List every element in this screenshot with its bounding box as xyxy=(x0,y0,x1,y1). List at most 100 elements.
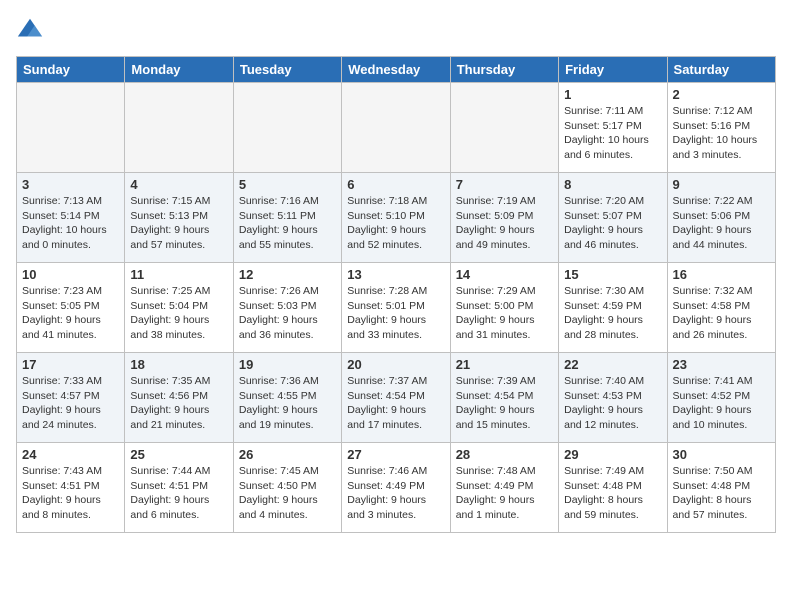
logo-icon xyxy=(16,16,44,44)
logo xyxy=(16,16,48,44)
day-info: Sunrise: 7:45 AM Sunset: 4:50 PM Dayligh… xyxy=(239,464,336,523)
calendar-cell xyxy=(125,83,233,173)
calendar-cell: 27 Sunrise: 7:46 AM Sunset: 4:49 PM Dayli… xyxy=(342,443,450,533)
weekday-header: Tuesday xyxy=(233,57,341,83)
calendar-cell: 8 Sunrise: 7:20 AM Sunset: 5:07 PM Daylig… xyxy=(559,173,667,263)
day-number: 25 xyxy=(130,447,227,462)
day-number: 3 xyxy=(22,177,119,192)
calendar-cell: 29 Sunrise: 7:49 AM Sunset: 4:48 PM Dayli… xyxy=(559,443,667,533)
weekday-header: Thursday xyxy=(450,57,558,83)
calendar-cell: 23 Sunrise: 7:41 AM Sunset: 4:52 PM Dayli… xyxy=(667,353,775,443)
weekday-header: Sunday xyxy=(17,57,125,83)
day-number: 28 xyxy=(456,447,553,462)
day-info: Sunrise: 7:23 AM Sunset: 5:05 PM Dayligh… xyxy=(22,284,119,343)
calendar-cell: 10 Sunrise: 7:23 AM Sunset: 5:05 PM Dayli… xyxy=(17,263,125,353)
day-info: Sunrise: 7:22 AM Sunset: 5:06 PM Dayligh… xyxy=(673,194,770,253)
day-info: Sunrise: 7:48 AM Sunset: 4:49 PM Dayligh… xyxy=(456,464,553,523)
day-number: 15 xyxy=(564,267,661,282)
calendar-cell: 20 Sunrise: 7:37 AM Sunset: 4:54 PM Dayli… xyxy=(342,353,450,443)
calendar-cell xyxy=(17,83,125,173)
day-number: 14 xyxy=(456,267,553,282)
day-number: 23 xyxy=(673,357,770,372)
calendar-cell: 5 Sunrise: 7:16 AM Sunset: 5:11 PM Daylig… xyxy=(233,173,341,263)
day-info: Sunrise: 7:33 AM Sunset: 4:57 PM Dayligh… xyxy=(22,374,119,433)
day-info: Sunrise: 7:16 AM Sunset: 5:11 PM Dayligh… xyxy=(239,194,336,253)
calendar-cell: 13Sunrise: 7:28 AM Sunset: 5:01 PM Dayli… xyxy=(342,263,450,353)
day-number: 17 xyxy=(22,357,119,372)
calendar-cell: 21 Sunrise: 7:39 AM Sunset: 4:54 PM Dayli… xyxy=(450,353,558,443)
calendar-row: 3 Sunrise: 7:13 AM Sunset: 5:14 PM Daylig… xyxy=(17,173,776,263)
day-number: 19 xyxy=(239,357,336,372)
calendar-cell: 9 Sunrise: 7:22 AM Sunset: 5:06 PM Daylig… xyxy=(667,173,775,263)
day-info: Sunrise: 7:18 AM Sunset: 5:10 PM Dayligh… xyxy=(347,194,444,253)
day-info: Sunrise: 7:39 AM Sunset: 4:54 PM Dayligh… xyxy=(456,374,553,433)
day-info: Sunrise: 7:35 AM Sunset: 4:56 PM Dayligh… xyxy=(130,374,227,433)
day-info: Sunrise: 7:37 AM Sunset: 4:54 PM Dayligh… xyxy=(347,374,444,433)
day-info: Sunrise: 7:46 AM Sunset: 4:49 PM Dayligh… xyxy=(347,464,444,523)
calendar-header-row: SundayMondayTuesdayWednesdayThursdayFrid… xyxy=(17,57,776,83)
calendar-cell: 25 Sunrise: 7:44 AM Sunset: 4:51 PM Dayli… xyxy=(125,443,233,533)
day-number: 26 xyxy=(239,447,336,462)
calendar-cell: 6Sunrise: 7:18 AM Sunset: 5:10 PM Daylig… xyxy=(342,173,450,263)
day-number: 5 xyxy=(239,177,336,192)
day-number: 7 xyxy=(456,177,553,192)
day-info: Sunrise: 7:11 AM Sunset: 5:17 PM Dayligh… xyxy=(564,104,661,163)
day-number: 27 xyxy=(347,447,444,462)
calendar-row: 10 Sunrise: 7:23 AM Sunset: 5:05 PM Dayli… xyxy=(17,263,776,353)
day-info: Sunrise: 7:19 AM Sunset: 5:09 PM Dayligh… xyxy=(456,194,553,253)
day-info: Sunrise: 7:20 AM Sunset: 5:07 PM Dayligh… xyxy=(564,194,661,253)
calendar-cell: 7 Sunrise: 7:19 AM Sunset: 5:09 PM Daylig… xyxy=(450,173,558,263)
weekday-header: Wednesday xyxy=(342,57,450,83)
calendar-cell: 30Sunrise: 7:50 AM Sunset: 4:48 PM Dayli… xyxy=(667,443,775,533)
weekday-header: Monday xyxy=(125,57,233,83)
day-number: 24 xyxy=(22,447,119,462)
day-info: Sunrise: 7:40 AM Sunset: 4:53 PM Dayligh… xyxy=(564,374,661,433)
calendar-cell: 2Sunrise: 7:12 AM Sunset: 5:16 PM Daylig… xyxy=(667,83,775,173)
day-info: Sunrise: 7:32 AM Sunset: 4:58 PM Dayligh… xyxy=(673,284,770,343)
day-number: 12 xyxy=(239,267,336,282)
calendar-cell: 18 Sunrise: 7:35 AM Sunset: 4:56 PM Dayli… xyxy=(125,353,233,443)
page-header xyxy=(16,16,776,44)
day-number: 18 xyxy=(130,357,227,372)
day-info: Sunrise: 7:43 AM Sunset: 4:51 PM Dayligh… xyxy=(22,464,119,523)
day-info: Sunrise: 7:30 AM Sunset: 4:59 PM Dayligh… xyxy=(564,284,661,343)
day-number: 9 xyxy=(673,177,770,192)
calendar-cell: 17 Sunrise: 7:33 AM Sunset: 4:57 PM Dayli… xyxy=(17,353,125,443)
calendar-cell: 26 Sunrise: 7:45 AM Sunset: 4:50 PM Dayli… xyxy=(233,443,341,533)
day-number: 1 xyxy=(564,87,661,102)
day-info: Sunrise: 7:50 AM Sunset: 4:48 PM Dayligh… xyxy=(673,464,770,523)
calendar-cell: 24 Sunrise: 7:43 AM Sunset: 4:51 PM Dayli… xyxy=(17,443,125,533)
calendar-cell: 16 Sunrise: 7:32 AM Sunset: 4:58 PM Dayli… xyxy=(667,263,775,353)
day-info: Sunrise: 7:25 AM Sunset: 5:04 PM Dayligh… xyxy=(130,284,227,343)
day-info: Sunrise: 7:44 AM Sunset: 4:51 PM Dayligh… xyxy=(130,464,227,523)
day-number: 20 xyxy=(347,357,444,372)
calendar-row: 1 Sunrise: 7:11 AM Sunset: 5:17 PM Daylig… xyxy=(17,83,776,173)
day-info: Sunrise: 7:29 AM Sunset: 5:00 PM Dayligh… xyxy=(456,284,553,343)
calendar-row: 17 Sunrise: 7:33 AM Sunset: 4:57 PM Dayli… xyxy=(17,353,776,443)
day-number: 21 xyxy=(456,357,553,372)
day-number: 22 xyxy=(564,357,661,372)
day-info: Sunrise: 7:49 AM Sunset: 4:48 PM Dayligh… xyxy=(564,464,661,523)
calendar-cell: 22 Sunrise: 7:40 AM Sunset: 4:53 PM Dayli… xyxy=(559,353,667,443)
calendar-row: 24 Sunrise: 7:43 AM Sunset: 4:51 PM Dayli… xyxy=(17,443,776,533)
day-info: Sunrise: 7:13 AM Sunset: 5:14 PM Dayligh… xyxy=(22,194,119,253)
calendar-cell: 14 Sunrise: 7:29 AM Sunset: 5:00 PM Dayli… xyxy=(450,263,558,353)
day-number: 16 xyxy=(673,267,770,282)
weekday-header: Saturday xyxy=(667,57,775,83)
day-info: Sunrise: 7:36 AM Sunset: 4:55 PM Dayligh… xyxy=(239,374,336,433)
day-number: 29 xyxy=(564,447,661,462)
weekday-header: Friday xyxy=(559,57,667,83)
calendar-cell: 1 Sunrise: 7:11 AM Sunset: 5:17 PM Daylig… xyxy=(559,83,667,173)
day-number: 11 xyxy=(130,267,227,282)
day-number: 4 xyxy=(130,177,227,192)
day-number: 8 xyxy=(564,177,661,192)
day-number: 10 xyxy=(22,267,119,282)
day-info: Sunrise: 7:12 AM Sunset: 5:16 PM Dayligh… xyxy=(673,104,770,163)
calendar-cell: 12 Sunrise: 7:26 AM Sunset: 5:03 PM Dayli… xyxy=(233,263,341,353)
day-info: Sunrise: 7:26 AM Sunset: 5:03 PM Dayligh… xyxy=(239,284,336,343)
day-info: Sunrise: 7:41 AM Sunset: 4:52 PM Dayligh… xyxy=(673,374,770,433)
day-number: 13 xyxy=(347,267,444,282)
calendar-cell xyxy=(342,83,450,173)
calendar-cell xyxy=(233,83,341,173)
calendar-cell: 19 Sunrise: 7:36 AM Sunset: 4:55 PM Dayli… xyxy=(233,353,341,443)
